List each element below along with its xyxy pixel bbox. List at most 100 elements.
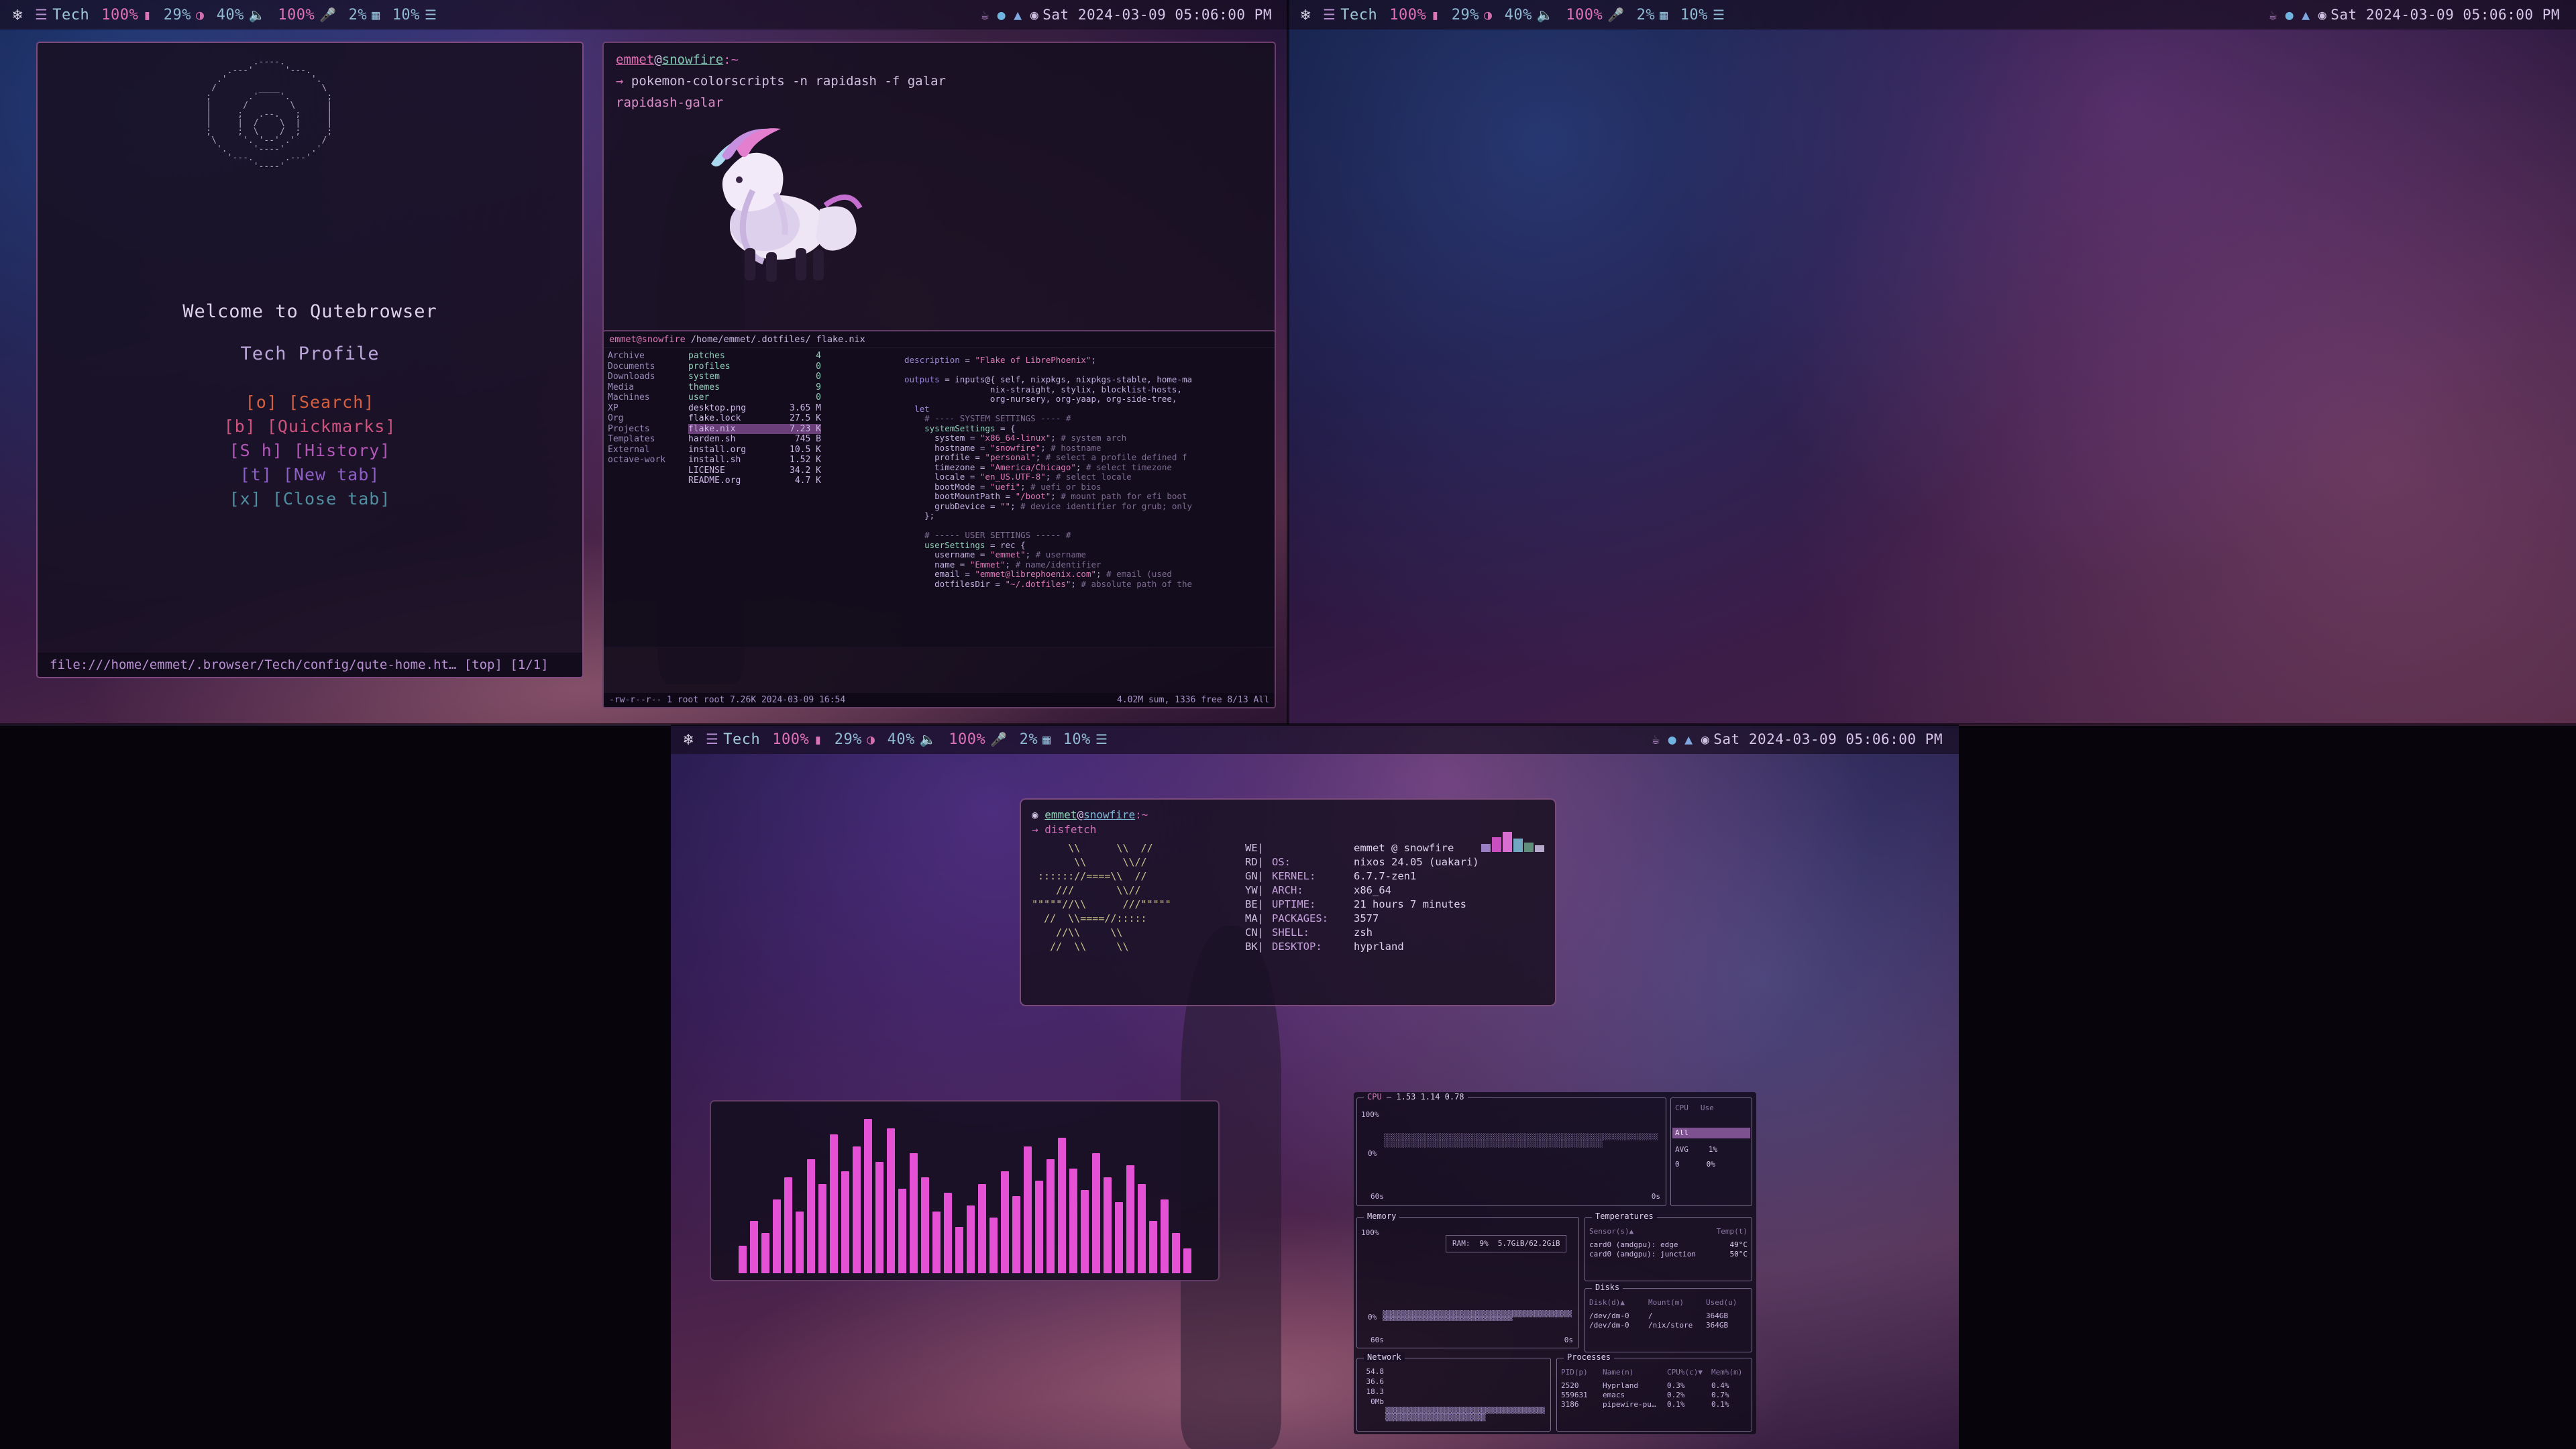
btop-disks-box[interactable]: Disks Disk(d)▲ Mount(m) Used(u) /dev/dm-… (1585, 1283, 1752, 1352)
memory-indicator-bottom[interactable]: 10% ☰ (1057, 731, 1114, 748)
ranger-column-parent[interactable]: Archive Documents Downloads Media Machines XP… (604, 348, 684, 655)
btop-cpu-cores-box[interactable]: CPU Use All AVG 1% 0 0% (1670, 1097, 1752, 1206)
cpu-indicator-right[interactable]: 2% ▦ (1631, 7, 1674, 23)
workspace-indicator[interactable]: ☰ Tech (29, 7, 95, 23)
ranger-parent-item[interactable]: Media (608, 382, 680, 393)
process-row[interactable]: 3186 pipewire-pu… 0.1% 0.1% (1561, 1400, 1748, 1409)
ranger-parent-item[interactable]: External (608, 445, 680, 455)
battery-indicator[interactable]: 100% ▮ (95, 7, 158, 23)
btop-temps-col-sensor[interactable]: Sensor(s)▲ (1589, 1227, 1633, 1236)
btop-proc-col-pid[interactable]: PID(p) (1561, 1368, 1603, 1377)
qutebrowser-window[interactable]: .----. .---' '---. .' '. / ____ \ ; .' '… (36, 42, 584, 678)
ranger-parent-item[interactable]: Templates (608, 434, 680, 445)
ranger-file-item[interactable]: install.org 10.5 K (688, 445, 821, 455)
network-signal-icon[interactable]: ▲ (2298, 7, 2314, 23)
record-icon[interactable]: ◉ (1026, 7, 1043, 23)
bluetooth-icon[interactable]: ● (2282, 7, 2298, 23)
coffee-icon[interactable]: ☕ (2265, 7, 2282, 23)
ranger-parent-item[interactable]: Archive (608, 351, 680, 362)
workspace-indicator-bottom[interactable]: ☰ Tech (700, 731, 766, 748)
ranger-parent-item[interactable]: octave-work (608, 455, 680, 466)
ranger-parent-item[interactable]: XP (608, 403, 680, 414)
cpu-indicator-bottom[interactable]: 2% ▦ (1014, 731, 1057, 748)
ranger-file-name: themes (688, 382, 720, 392)
battery-indicator-right[interactable]: 100% ▮ (1383, 7, 1446, 23)
ranger-file-item[interactable]: README.org 4.7 K (688, 476, 821, 486)
btop-system-monitor[interactable]: CPU — 1.53 1.14 0.78 100% 0% ░░░░░░░░░░░… (1354, 1092, 1756, 1434)
btop-temperatures-box[interactable]: Temperatures Sensor(s)▲ Temp(t) card0 (a… (1585, 1212, 1752, 1281)
qute-menu-item[interactable]: [S h] [History] (38, 439, 582, 463)
qute-menu-item[interactable]: [x] [Close tab] (38, 487, 582, 511)
btop-disks-col-used[interactable]: Used(u) (1706, 1298, 1737, 1307)
btop-memory-box[interactable]: Memory 100% 0% RAM: 9% 5.7GiB/62.2GiB ▒▒… (1356, 1212, 1579, 1348)
btop-network-box[interactable]: Network 54.8 36.6 18.3 0Mb ▒▒▒▒▒▒▒▒▒▒▒▒▒▒▒▒… (1356, 1352, 1551, 1432)
mic-indicator-bottom[interactable]: 100% 🎤 (943, 731, 1013, 748)
btop-cpu-box[interactable]: CPU — 1.53 1.14 0.78 100% 0% ░░░░░░░░░░░… (1356, 1092, 1666, 1206)
battery-indicator-bottom[interactable]: 100% ▮ (766, 731, 828, 748)
btop-core-selected[interactable]: All (1672, 1128, 1750, 1138)
ranger-file-item[interactable]: patches 4 (688, 351, 821, 362)
ranger-file-manager[interactable]: emmet@snowfire /home/emmet/.dotfiles/ fl… (602, 330, 1276, 708)
ranger-parent-item[interactable]: Org (608, 413, 680, 424)
ranger-column-current[interactable]: patches 4 profiles 0 system 0 themes 9 user 0 desk… (684, 348, 825, 655)
bluetooth-icon[interactable]: ● (994, 7, 1010, 23)
btop-temps-col-temp[interactable]: Temp(t) (1717, 1227, 1748, 1236)
ranger-file-item[interactable]: themes 9 (688, 382, 821, 393)
ranger-file-item[interactable]: user 0 (688, 392, 821, 403)
brightness-indicator-bottom[interactable]: 29% ◑ (828, 731, 881, 748)
ranger-parent-item[interactable]: Machines (608, 392, 680, 403)
brightness-indicator[interactable]: 29% ◑ (158, 7, 211, 23)
mic-indicator[interactable]: 100% 🎤 (272, 7, 342, 23)
ranger-file-item[interactable]: harden.sh 745 B (688, 434, 821, 445)
clock-right[interactable]: Sat 2024-03-09 05:06:00 PM (2330, 7, 2569, 23)
brightness-indicator-right[interactable]: 29% ◑ (1446, 7, 1499, 23)
coffee-icon[interactable]: ☕ (1648, 731, 1664, 747)
volume-indicator-bottom[interactable]: 40% 🔈 (881, 731, 943, 748)
disfetch-prompt: ◉ emmet@snowfire:~ (1032, 808, 1148, 821)
process-row[interactable]: 2520 Hyprland 0.3% 0.4% (1561, 1381, 1748, 1391)
mic-indicator-right[interactable]: 100% 🎤 (1560, 7, 1630, 23)
memory-indicator[interactable]: 10% ☰ (386, 7, 443, 23)
ranger-file-item[interactable]: LICENSE 34.2 K (688, 466, 821, 476)
process-row[interactable]: 559631 emacs 0.2% 0.7% (1561, 1391, 1748, 1400)
clock[interactable]: Sat 2024-03-09 05:06:00 PM (1042, 7, 1281, 23)
audio-visualizer[interactable] (710, 1100, 1220, 1281)
cpu-indicator[interactable]: 2% ▦ (343, 7, 386, 23)
nix-logo[interactable]: ❄ (7, 5, 29, 24)
qute-menu-item[interactable]: [o] [Search] (38, 390, 582, 415)
cpu-pct: 2% (1019, 731, 1038, 748)
btop-disks-col-mount[interactable]: Mount(m) (1648, 1298, 1706, 1307)
btop-proc-col-mem[interactable]: Mem%(m) (1711, 1368, 1742, 1377)
ranger-parent-item[interactable]: Projects (608, 424, 680, 435)
memory-indicator-right[interactable]: 10% ☰ (1674, 7, 1731, 23)
record-icon[interactable]: ◉ (2314, 7, 2331, 23)
qute-menu-item[interactable]: [b] [Quickmarks] (38, 415, 582, 439)
clock-bottom[interactable]: Sat 2024-03-09 05:06:00 PM (1713, 731, 1952, 747)
disfetch-terminal[interactable]: ◉ emmet@snowfire:~ → disfetch \\ \\ // \… (1020, 798, 1556, 1006)
disfetch-value: hyprland (1354, 941, 1404, 953)
volume-indicator-right[interactable]: 40% 🔈 (1499, 7, 1560, 23)
network-signal-icon[interactable]: ▲ (1010, 7, 1026, 23)
ranger-file-item[interactable]: profiles 0 (688, 362, 821, 372)
workspace-indicator-right[interactable]: ☰ Tech (1317, 7, 1383, 23)
volume-indicator[interactable]: 40% 🔈 (211, 7, 272, 23)
btop-processes-box[interactable]: Processes PID(p) Name(n) CPU%(c)▼ Mem%(m… (1556, 1352, 1752, 1432)
ranger-file-item[interactable]: flake.lock 27.5 K (688, 413, 821, 424)
monitor-left: ❄ ☰ Tech 100% ▮ 29% ◑ 40% 🔈 100% 🎤 2% ▦ … (0, 0, 1288, 724)
nix-logo-bottom[interactable]: ❄ (678, 730, 700, 749)
nix-logo-right[interactable]: ❄ (1295, 5, 1317, 24)
btop-proc-col-cpu[interactable]: CPU%(c)▼ (1667, 1368, 1711, 1377)
bluetooth-icon[interactable]: ● (1664, 731, 1681, 747)
qute-menu-item[interactable]: [t] [New tab] (38, 463, 582, 487)
ranger-file-item[interactable]: desktop.png 3.65 M (688, 403, 821, 414)
ranger-file-item[interactable]: system 0 (688, 372, 821, 382)
btop-disks-col-disk[interactable]: Disk(d)▲ (1589, 1298, 1648, 1307)
coffee-icon[interactable]: ☕ (977, 7, 994, 23)
btop-proc-col-name[interactable]: Name(n) (1603, 1368, 1667, 1377)
ranger-parent-item[interactable]: Downloads (608, 372, 680, 382)
network-signal-icon[interactable]: ▲ (1680, 731, 1697, 747)
record-icon[interactable]: ◉ (1697, 731, 1714, 747)
ranger-parent-item[interactable]: Documents (608, 362, 680, 372)
ranger-file-item[interactable]: flake.nix 7.23 K (688, 423, 821, 434)
ranger-file-item[interactable]: install.sh 1.52 K (688, 455, 821, 466)
